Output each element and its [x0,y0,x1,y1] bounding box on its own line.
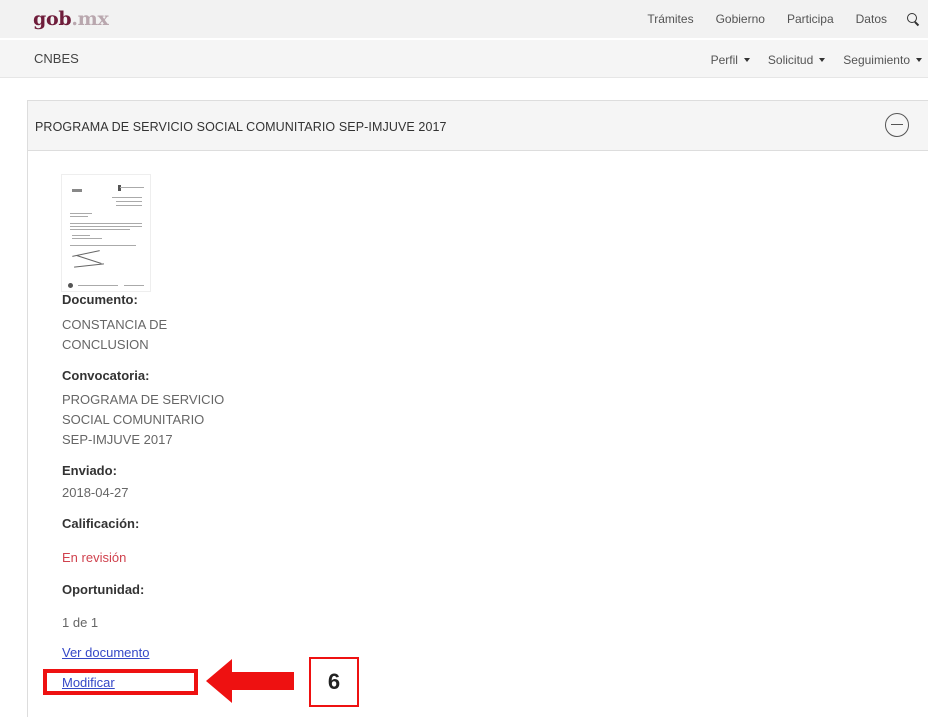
nav-tramites[interactable]: Trámites [647,12,693,26]
app-brand[interactable]: CNBES [34,51,79,66]
documento-value: CONSTANCIA DE CONCLUSION [62,317,168,352]
panel-header[interactable]: PROGRAMA DE SERVICIO SOCIAL COMUNITARIO … [28,101,928,151]
document-thumbnail[interactable] [61,174,151,292]
thumb-line [70,213,92,214]
convocatoria-label: Convocatoria: [62,368,150,383]
gobmx-logo[interactable]: gob.mx [33,8,109,30]
thumb-line [116,201,142,202]
ver-documento-link[interactable]: Ver documento [62,645,149,660]
app-menu: Perfil Solicitud Seguimiento [693,53,922,67]
nav-datos[interactable]: Datos [856,12,887,26]
panel-title: PROGRAMA DE SERVICIO SOCIAL COMUNITARIO … [35,120,447,134]
collapse-icon[interactable] [885,113,909,137]
status-badge: En revisión [62,550,127,565]
caret-down-icon [916,58,922,62]
menu-perfil[interactable]: Perfil [711,53,750,67]
thumb-line [70,223,142,224]
nav-participa[interactable]: Participa [787,12,834,26]
thumb-line [70,226,142,227]
thumb-signature [74,263,104,268]
thumb-line [72,235,90,236]
documento-label: Documento: [62,292,138,307]
thumb-line [120,187,144,188]
nav-gobierno[interactable]: Gobierno [716,12,765,26]
oportunidad-label: Oportunidad: [62,582,145,597]
enviado-value: 2018-04-27 [62,485,129,500]
thumb-line [112,197,142,198]
thumb-seal [68,283,73,288]
thumb-logo-right [118,185,121,191]
menu-solicitud[interactable]: Solicitud [767,53,826,67]
enviado-label: Enviado: [62,463,117,478]
menu-seguimiento-label: Seguimiento [843,53,910,67]
thumb-logo-left [72,189,82,192]
thumb-line [70,216,88,217]
thumb-line [72,238,102,239]
thumb-line [124,285,144,286]
search-icon[interactable] [907,12,920,26]
calificacion-label: Calificación: [62,516,140,531]
gobmx-top-bar: gob.mx Trámites Gobierno Participa Datos [0,0,928,38]
top-navigation: Trámites Gobierno Participa Datos [625,12,920,26]
thumb-line [70,229,130,230]
highlight-box [43,669,198,695]
caret-down-icon [743,58,750,62]
menu-perfil-label: Perfil [710,53,738,67]
convocatoria-value: PROGRAMA DE SERVICIO SOCIAL COMUNITARIO … [62,392,225,447]
thumb-line [70,245,136,246]
thumb-line [116,205,142,206]
menu-seguimiento[interactable]: Seguimiento [843,53,922,67]
caret-down-icon [819,58,826,62]
oportunidad-value: 1 de 1 [62,615,99,630]
thumb-line [78,285,118,286]
step-number-badge: 6 [309,657,359,707]
app-navbar: CNBES Perfil Solicitud Seguimiento [0,40,928,78]
arrow-left-icon [206,659,294,703]
menu-solicitud-label: Solicitud [767,53,814,67]
thumb-signature [76,255,102,264]
